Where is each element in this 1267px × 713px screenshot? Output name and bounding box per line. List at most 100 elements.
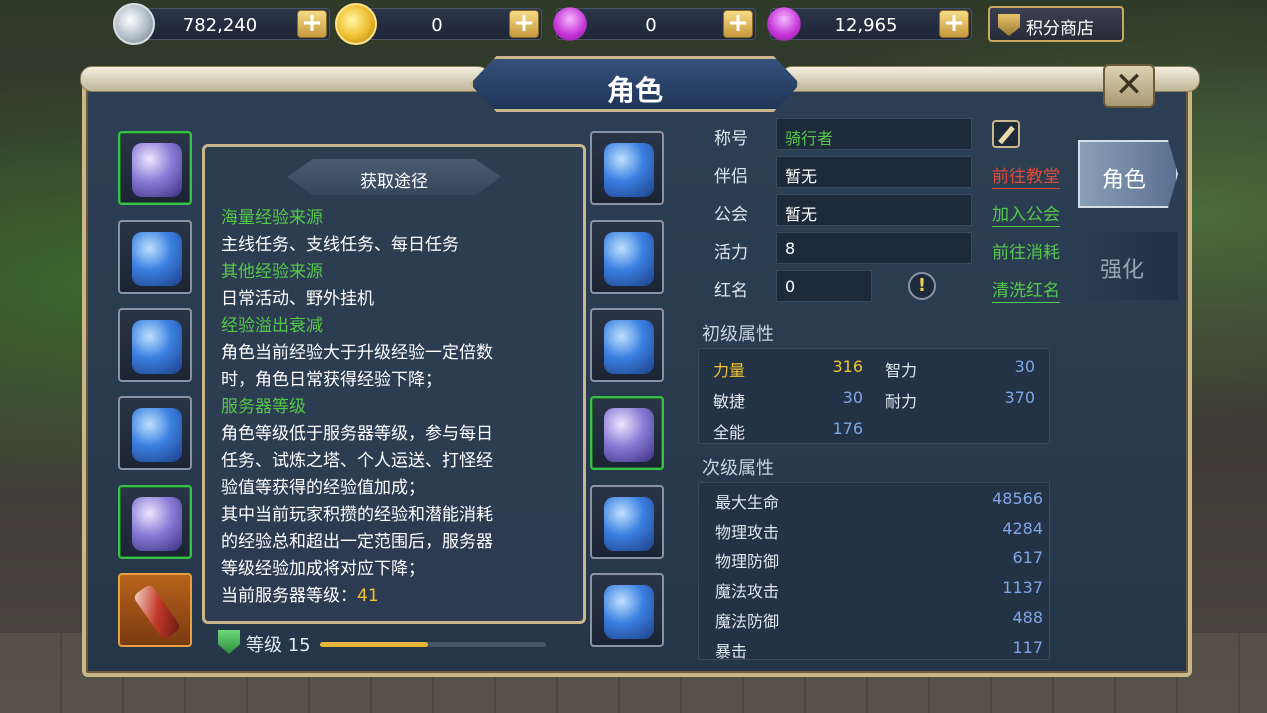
popup-text-line: 角色当前经验大于升级经验一定倍数	[221, 343, 493, 363]
silver-coin-icon	[113, 3, 155, 45]
secondary-attribute-name: 物理攻击	[715, 522, 780, 542]
chest-armor-icon	[132, 497, 182, 551]
intellect-label: 智力	[885, 361, 918, 380]
level-label: 等级 15	[246, 635, 311, 656]
vigor-label: 活力	[714, 243, 748, 263]
tab-character[interactable]: 角色	[1078, 140, 1178, 208]
popup-section-heading: 其他经验来源	[221, 262, 323, 282]
partner-field: 暂无	[776, 156, 972, 188]
guild-label: 公会	[714, 205, 748, 225]
silver-value: 782,240	[182, 15, 258, 36]
silver-currency: 782,240 +	[113, 3, 330, 45]
points-shop-button[interactable]: 积分商店	[988, 6, 1124, 42]
server-level-label: 当前服务器等级：	[221, 586, 357, 606]
experience-fill	[320, 642, 429, 647]
cloak-icon	[132, 408, 182, 462]
level-badge-icon	[218, 630, 240, 654]
popup-text-line: 主线任务、支线任务、每日任务	[221, 235, 459, 255]
popup-title-plate: 获取途径	[287, 159, 501, 195]
join-guild-link[interactable]: 加入公会	[992, 200, 1060, 227]
equip-slot-chest[interactable]	[118, 485, 192, 559]
equip-slot-shoulder[interactable]	[118, 308, 192, 382]
equip-slot-pants[interactable]	[590, 396, 664, 470]
server-level-line: 当前服务器等级：41	[221, 583, 573, 610]
popup-text-line: 其中当前玩家积攒的经验和潜能消耗	[221, 505, 493, 525]
popup-section-heading: 服务器等级	[221, 397, 306, 417]
tab-enhance-label: 强化	[1100, 258, 1145, 283]
gem-currency: 12,965 +	[760, 0, 972, 48]
guild-row: 公会 暂无 加入公会	[690, 194, 1070, 227]
secondary-attribute-row: 魔法防御 488	[699, 602, 1051, 632]
equip-slot-bracer[interactable]	[590, 131, 664, 205]
secondary-attribute-name: 魔法防御	[715, 611, 780, 631]
versatility-label: 全能	[713, 423, 746, 442]
equip-slot-weapon[interactable]	[118, 573, 192, 647]
clear-red-name-link[interactable]: 清洗红名	[992, 276, 1060, 303]
equip-slot-belt[interactable]	[590, 308, 664, 382]
equip-slot-cloak[interactable]	[118, 396, 192, 470]
partner-row: 伴侣 暂无 前往教堂	[690, 156, 1070, 189]
add-bound-gem-button[interactable]: +	[723, 10, 753, 38]
gem-value: 12,965	[834, 15, 898, 36]
popup-title: 获取途径	[360, 172, 428, 192]
equip-slot-boots[interactable]	[590, 485, 664, 559]
popup-text-line: 的经验总和超出一定范围后，服务器	[221, 532, 493, 552]
stamina-label: 耐力	[885, 392, 918, 411]
equip-slot-gloves[interactable]	[590, 220, 664, 294]
vigor-field: 8	[776, 232, 972, 264]
red-name-value: 0	[785, 277, 796, 296]
secondary-attribute-row: 暴击 117	[699, 632, 1051, 662]
title-plate: 角色	[470, 56, 800, 112]
secondary-attribute-name: 最大生命	[715, 493, 780, 512]
equip-slot-necklace[interactable]	[118, 220, 192, 294]
title-field: 骑行者	[776, 118, 972, 150]
secondary-attribute-row: 魔法攻击 1137	[699, 572, 1051, 602]
experience-bar	[320, 642, 546, 647]
secondary-attribute-value: 488	[1012, 607, 1043, 627]
secondary-attribute-value: 617	[1012, 548, 1043, 568]
secondary-attribute-row: 最大生命 48566	[699, 483, 1051, 513]
red-name-label: 红名	[714, 281, 748, 301]
popup-section-heading: 海量经验来源	[221, 208, 323, 228]
boots-icon	[604, 497, 654, 551]
bracer-icon	[604, 143, 654, 197]
shield-icon	[604, 585, 654, 639]
title-row: 称号 骑行者	[690, 118, 1070, 150]
add-gem-button[interactable]: +	[939, 10, 969, 38]
guild-field: 暂无	[776, 194, 972, 226]
title-value: 骑行者	[785, 129, 834, 148]
secondary-attributes: 最大生命 48566 物理攻击 4284 物理防御 617 魔法攻击 1137 魔法防御 488 暴…	[698, 482, 1051, 662]
edit-title-icon[interactable]	[992, 120, 1020, 148]
bound-gem-value: 0	[645, 15, 657, 36]
secondary-attribute-value: 48566	[992, 489, 1043, 508]
go-consume-link[interactable]: 前往消耗	[992, 238, 1060, 264]
add-gold-button[interactable]: +	[509, 10, 539, 38]
tab-enhance[interactable]: 强化	[1078, 232, 1178, 300]
guild-value: 暂无	[785, 205, 818, 224]
gold-coin-icon	[335, 3, 377, 45]
close-button[interactable]: ✕	[1103, 64, 1155, 108]
helmet-icon	[132, 143, 182, 197]
popup-text-line: 验值等获得的经验值加成；	[221, 478, 425, 498]
lightbulb-icon[interactable]: !	[908, 272, 936, 300]
belt-icon	[604, 320, 654, 374]
popup-text-line: 日常活动、野外挂机	[221, 289, 374, 309]
secondary-attribute-name: 魔法攻击	[715, 582, 780, 602]
secondary-attribute-name: 暴击	[715, 641, 748, 661]
shoulder-icon	[132, 320, 182, 374]
equip-slot-shield[interactable]	[590, 573, 664, 647]
equip-slot-helmet[interactable]	[118, 131, 192, 205]
points-shop-label: 积分商店	[1026, 19, 1094, 39]
primary-attributes: 力量 316 智力 30 敏捷 30 耐力 370 全能 176	[698, 348, 1050, 444]
secondary-attribute-row: 物理防御 617	[699, 542, 1051, 572]
shop-shield-icon	[998, 14, 1020, 36]
title-label: 称号	[714, 129, 748, 149]
server-level-value: 41	[357, 586, 379, 606]
go-church-link[interactable]: 前往教堂	[992, 162, 1060, 189]
secondary-attribute-value: 4284	[1002, 518, 1043, 538]
strength-value: 316	[832, 357, 863, 376]
add-silver-button[interactable]: +	[297, 10, 327, 38]
secondary-attribute-row: 物理攻击 4284	[699, 513, 1051, 543]
popup-text-line: 时，角色日常获得经验下降；	[221, 370, 442, 390]
popup-text-line: 任务、试炼之塔、个人运送、打怪经	[221, 451, 493, 471]
